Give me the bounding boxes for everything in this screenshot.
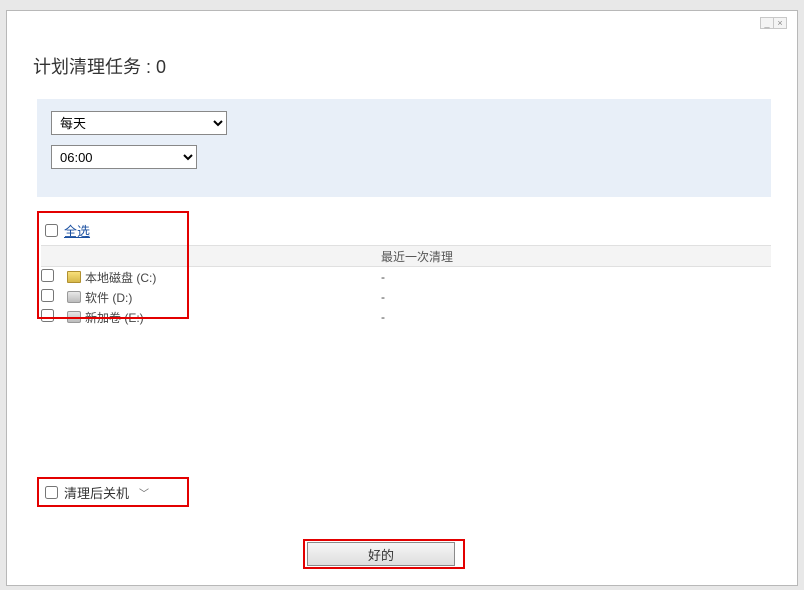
close-button[interactable]: ×: [773, 17, 787, 29]
schedule-panel: 每天 06:00: [37, 99, 771, 197]
shutdown-label: 清理后关机: [64, 483, 129, 502]
dialog-window: _ × 计划清理任务 : 0 每天 06:00 全选 最近一次清理 本地磁盘 (…: [6, 10, 798, 586]
page-title: 计划清理任务 : 0: [33, 53, 166, 79]
drive-table-header: 最近一次清理: [41, 245, 771, 267]
table-row: 新加卷 (E:) -: [41, 307, 771, 327]
drive-table: 最近一次清理 本地磁盘 (C:) - 软件 (D:) - 新加卷 (E:): [41, 245, 771, 327]
drive-checkbox[interactable]: [41, 269, 54, 282]
chevron-down-icon[interactable]: ﹀: [139, 485, 149, 500]
select-all-link[interactable]: 全选: [64, 221, 90, 240]
minimize-button[interactable]: _: [760, 17, 774, 29]
drive-icon: [67, 271, 81, 283]
drive-last-clean: -: [381, 270, 771, 284]
ok-button[interactable]: 好的: [307, 542, 455, 566]
table-row: 软件 (D:) -: [41, 287, 771, 307]
frequency-select[interactable]: 每天: [51, 111, 227, 135]
window-controls: _ ×: [761, 17, 787, 29]
drive-checkbox[interactable]: [41, 309, 54, 322]
shutdown-row: 清理后关机 ﹀: [45, 483, 149, 502]
drive-last-clean: -: [381, 290, 771, 304]
drive-checkbox[interactable]: [41, 289, 54, 302]
shutdown-checkbox[interactable]: [45, 486, 58, 499]
drive-icon: [67, 291, 81, 303]
select-all-row: 全选: [45, 221, 90, 240]
select-all-checkbox[interactable]: [45, 224, 58, 237]
table-row: 本地磁盘 (C:) -: [41, 267, 771, 287]
drive-label: 新加卷 (E:): [85, 309, 144, 326]
drive-label: 软件 (D:): [85, 289, 132, 306]
drive-last-clean: -: [381, 310, 771, 324]
drive-icon: [67, 311, 81, 323]
column-last-clean-header: 最近一次清理: [381, 248, 771, 265]
drive-label: 本地磁盘 (C:): [85, 269, 156, 286]
time-select[interactable]: 06:00: [51, 145, 197, 169]
